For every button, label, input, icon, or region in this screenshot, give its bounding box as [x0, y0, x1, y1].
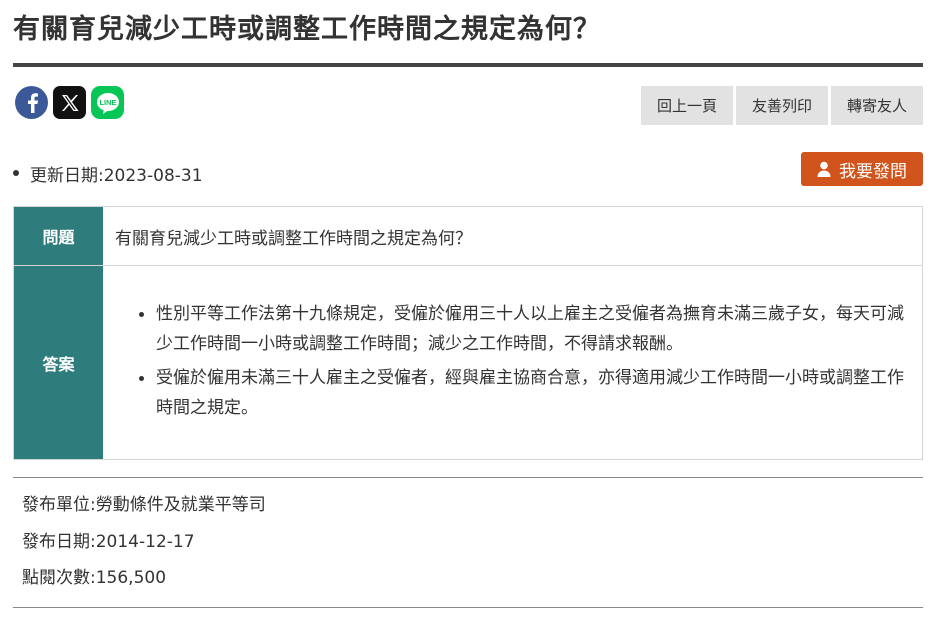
- bullet-dot: [13, 170, 19, 176]
- forward-button[interactable]: 轉寄友人: [831, 86, 923, 125]
- facebook-icon: [27, 92, 38, 113]
- line-icon: LINE: [96, 92, 119, 114]
- answer-item: 受僱於僱用未滿三十人雇主之受僱者，經與雇主協商合意，亦得適用減少工作時間一小時或…: [136, 363, 914, 423]
- facebook-share-button[interactable]: [15, 86, 48, 119]
- answer-list: 性別平等工作法第十九條規定，受僱於僱用三十人以上雇主之受僱者為撫育未滿三歲子女，…: [136, 299, 914, 427]
- update-date: 更新日期:2023-08-31: [13, 160, 203, 186]
- update-date-label: 更新日期:2023-08-31: [30, 165, 203, 186]
- publish-date: 發布日期:2014-12-17: [22, 532, 195, 552]
- user-icon: [817, 161, 831, 177]
- qa-table: 問題 有關育兒減少工時或調整工作時間之規定為何？ 答案 性別平等工作法第十九條規…: [13, 206, 923, 460]
- title-divider: [13, 63, 923, 67]
- question-header: 問題: [14, 207, 103, 265]
- answer-item: 性別平等工作法第十九條規定，受僱於僱用三十人以上雇主之受僱者為撫育未滿三歲子女，…: [136, 299, 914, 359]
- back-button[interactable]: 回上一頁: [641, 86, 733, 125]
- svg-text:LINE: LINE: [99, 98, 116, 107]
- ask-question-label: 我要發問: [839, 161, 907, 182]
- answer-body: 性別平等工作法第十九條規定，受僱於僱用三十人以上雇主之受僱者為撫育未滿三歲子女，…: [104, 266, 922, 459]
- question-text: 有關育兒減少工時或調整工作時間之規定為何？: [115, 228, 472, 249]
- meta-divider-bottom: [13, 607, 923, 608]
- ask-question-button[interactable]: 我要發問: [801, 152, 923, 186]
- x-icon: [61, 94, 78, 111]
- x-share-button[interactable]: [53, 86, 86, 119]
- answer-header: 答案: [14, 266, 103, 459]
- line-share-button[interactable]: LINE: [91, 86, 124, 119]
- print-button[interactable]: 友善列印: [736, 86, 828, 125]
- publisher-info: 發布單位:勞動條件及就業平等司: [22, 495, 266, 515]
- page-title: 有關育兒減少工時或調整工作時間之規定為何？: [13, 14, 601, 45]
- view-count: 點閱次數:156,500: [22, 568, 167, 588]
- meta-divider-top: [13, 477, 923, 478]
